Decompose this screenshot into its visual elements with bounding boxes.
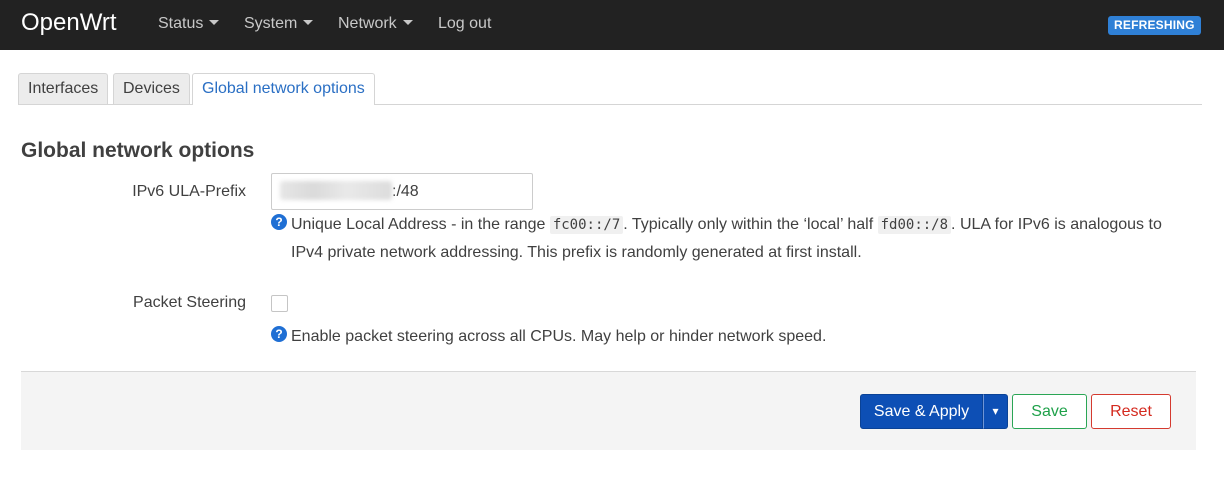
- caret-down-icon: [303, 20, 314, 25]
- nav-menu-status[interactable]: Status: [158, 15, 220, 33]
- ula-help-text: Unique Local Address - in the range fc00…: [291, 211, 1162, 267]
- packet-steering-help: Enable packet steering across all CPUs. …: [291, 328, 827, 345]
- nav-menu-system-label: System: [244, 15, 298, 32]
- status-badge: REFRESHING: [1108, 16, 1201, 35]
- ula-help-part: . Typically only within the ‘local’ half: [623, 216, 878, 233]
- packet-steering-label: Packet Steering: [133, 294, 246, 311]
- section-title: Global network options: [21, 139, 255, 162]
- tab-bar: Interfaces Devices Global network option…: [18, 73, 1202, 105]
- save-button[interactable]: Save: [1012, 394, 1087, 429]
- brand-logo[interactable]: OpenWrt: [21, 9, 117, 37]
- nav-logout-label: Log out: [438, 15, 492, 32]
- nav-menu-network[interactable]: Network: [338, 15, 413, 33]
- caret-down-icon: [402, 20, 413, 25]
- nav-menu-network-label: Network: [338, 15, 397, 32]
- tab-devices[interactable]: Devices: [113, 73, 190, 104]
- save-apply-dropdown-toggle[interactable]: ▾: [983, 394, 1008, 429]
- help-icon: ?: [271, 326, 287, 342]
- nav-menu-system[interactable]: System: [244, 15, 314, 33]
- nav-menu-status-label: Status: [158, 15, 204, 32]
- action-bar: Save & Apply ▾ Save Reset: [21, 371, 1196, 450]
- nav-logout-link[interactable]: Log out: [438, 15, 491, 33]
- ula-prefix-label: IPv6 ULA-Prefix: [132, 183, 246, 200]
- tab-global-network-options[interactable]: Global network options: [192, 73, 375, 105]
- ula-range-code: fc00::/7: [549, 216, 624, 234]
- redacted-prefix: [280, 181, 392, 200]
- caret-down-icon: [209, 20, 220, 25]
- top-navbar: OpenWrt Status System Network Log out RE…: [0, 0, 1224, 50]
- save-apply-button[interactable]: Save & Apply: [860, 394, 983, 429]
- packet-steering-checkbox[interactable]: [271, 295, 288, 312]
- ula-help-part: . ULA for IPv6 is analogous to: [951, 216, 1162, 233]
- reset-button[interactable]: Reset: [1091, 394, 1171, 429]
- ula-prefix-suffix: :/48: [392, 183, 419, 200]
- help-icon: ?: [271, 214, 287, 230]
- ula-help-part: Unique Local Address - in the range: [291, 216, 550, 233]
- ula-help-line2: IPv4 private network addressing. This pr…: [291, 244, 862, 261]
- ula-local-half-code: fd00::/8: [877, 216, 952, 234]
- ula-prefix-input[interactable]: :/48: [271, 173, 533, 210]
- tab-interfaces[interactable]: Interfaces: [18, 73, 109, 104]
